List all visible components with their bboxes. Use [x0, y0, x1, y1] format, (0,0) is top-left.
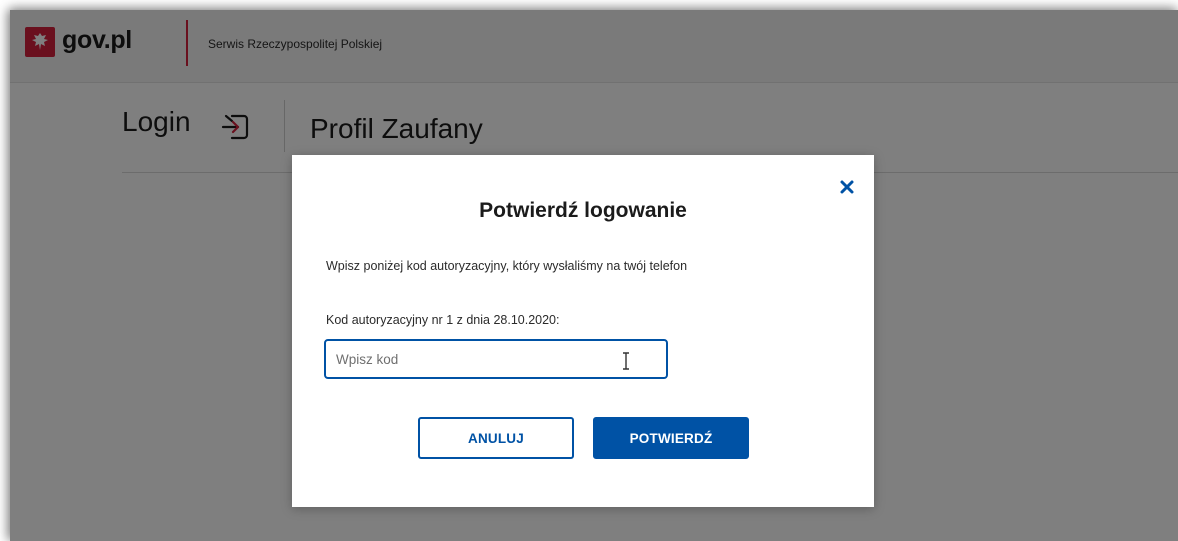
auth-code-label: Kod autoryzacyjny nr 1 z dnia 28.10.2020… [326, 313, 560, 327]
close-icon[interactable] [837, 177, 857, 197]
auth-code-field[interactable] [324, 339, 668, 379]
browser-viewport: gov.pl Serwis Rzeczypospolitej Polskiej … [10, 10, 1178, 541]
confirm-button[interactable]: POTWIERDŹ [593, 417, 749, 459]
auth-code-input[interactable] [326, 341, 666, 377]
cancel-button[interactable]: ANULUJ [418, 417, 574, 459]
text-cursor-icon [620, 351, 632, 376]
confirm-login-dialog: Potwierdź logowanie Wpisz poniżej kod au… [292, 155, 874, 507]
dialog-description: Wpisz poniżej kod autoryzacyjny, który w… [326, 259, 688, 273]
dialog-title: Potwierdź logowanie [479, 199, 687, 222]
